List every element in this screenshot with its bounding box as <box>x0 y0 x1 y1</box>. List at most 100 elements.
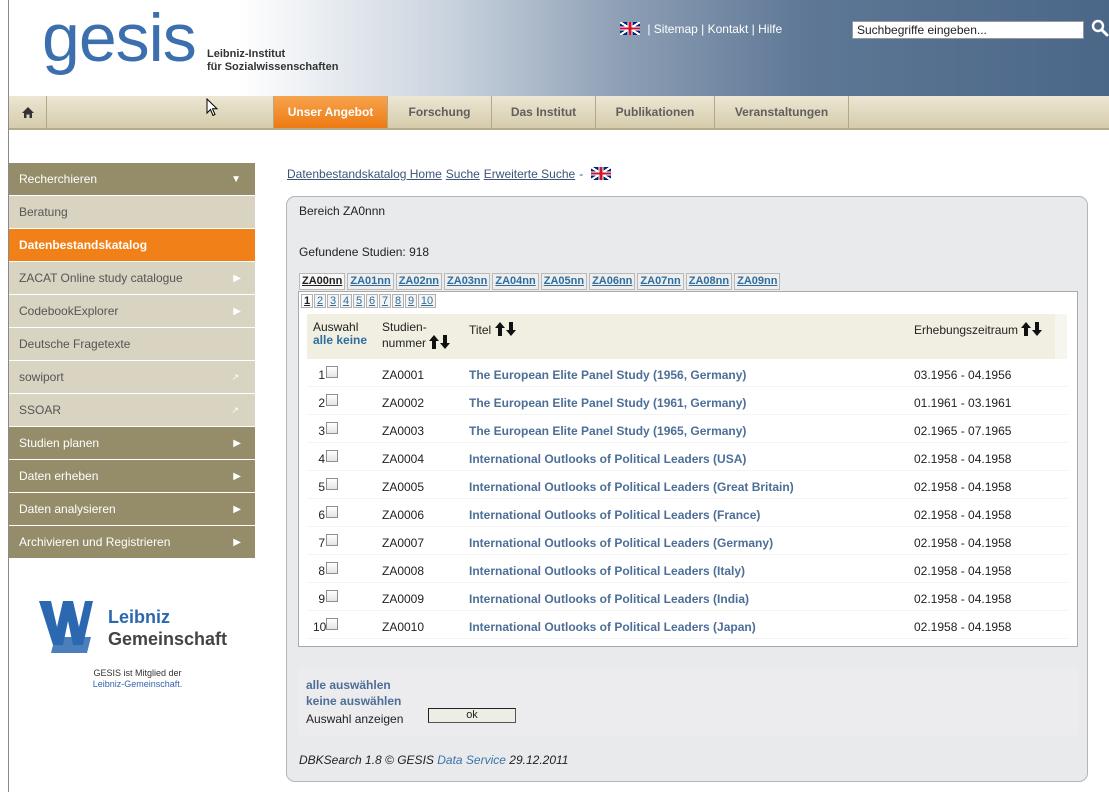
tab-za08nn[interactable]: ZA08nn <box>685 273 733 290</box>
breadcrumb: Datenbestandskatalog Home Suche Erweiterte… <box>287 167 615 181</box>
study-title-link[interactable]: International Outlooks of Political Lead… <box>469 592 749 606</box>
sidebar-item-beratung[interactable]: Beratung <box>9 196 255 229</box>
breadcrumb-suche[interactable]: Suche <box>446 167 480 181</box>
study-period: 01.1961 - 03.1961 <box>914 396 1012 410</box>
row-checkbox[interactable] <box>326 478 338 490</box>
row-checkbox[interactable] <box>326 562 338 574</box>
row-checkbox[interactable] <box>326 534 338 546</box>
logo-subtitle-line1: Leibniz-Institut <box>207 48 286 60</box>
page-8[interactable]: 8 <box>392 294 404 308</box>
uk-flag-icon[interactable] <box>620 22 640 35</box>
study-title-link[interactable]: International Outlooks of Political Lead… <box>469 620 756 634</box>
study-id: ZA0004 <box>382 452 425 466</box>
tab-za09nn[interactable]: ZA09nn <box>734 273 781 290</box>
tab-za07nn[interactable]: ZA07nn <box>637 273 684 290</box>
page-3[interactable]: 3 <box>327 294 339 308</box>
tab-za05nn[interactable]: ZA05nn <box>540 273 588 290</box>
page-4[interactable]: 4 <box>340 294 352 308</box>
breadcrumb-home[interactable]: Datenbestandskatalog Home <box>287 167 442 181</box>
sidebar-item-archivieren[interactable]: Archivieren und Registrieren ▶ <box>9 526 255 559</box>
header-studiennummer[interactable]: Studien- nummer <box>382 321 451 350</box>
home-button[interactable] <box>9 96 47 128</box>
sidebar-item-ssoar[interactable]: SSOAR ↗ <box>9 394 255 427</box>
search-icon[interactable] <box>1088 17 1109 39</box>
sidebar-item-datenbestandskatalog[interactable]: Datenbestandskatalog <box>9 229 255 262</box>
row-checkbox[interactable] <box>326 618 338 630</box>
row-checkbox[interactable] <box>326 422 338 434</box>
study-title-link[interactable]: International Outlooks of Political Lead… <box>469 508 760 522</box>
page-5[interactable]: 5 <box>353 294 365 308</box>
sidebar-item-sowiport[interactable]: sowiport ↗ <box>9 361 255 394</box>
study-title-link[interactable]: International Outlooks of Political Lead… <box>469 536 773 550</box>
nav-tab-das-institut[interactable]: Das Institut <box>492 96 596 128</box>
select-none-button[interactable]: keine auswählen <box>306 694 401 708</box>
row-checkbox[interactable] <box>326 590 338 602</box>
page-10[interactable]: 10 <box>418 294 436 308</box>
nav-tab-veranstaltungen[interactable]: Veranstaltungen <box>715 96 849 128</box>
leibniz-logo[interactable]: Leibniz Gemeinschaft GESIS ist Mitglied … <box>30 597 250 697</box>
page-9[interactable]: 9 <box>405 294 417 308</box>
search-input[interactable]: Suchbegriffe eingeben... <box>852 21 1084 39</box>
nav-tab-forschung[interactable]: Forschung <box>388 96 492 128</box>
study-title-link[interactable]: International Outlooks of Political Lead… <box>469 452 746 466</box>
footer-prefix: DBKSearch 1.8 © GESIS <box>299 753 434 767</box>
study-title-link[interactable]: International Outlooks of Political Lead… <box>469 480 794 494</box>
table-row: 3 ZA0003 The European Elite Panel Study (1… <box>307 415 1067 443</box>
header-erhebungszeitraum[interactable]: Erhebungszeitraum <box>914 321 1043 337</box>
page-1[interactable]: 1 <box>301 294 313 308</box>
sort-arrows-icon[interactable] <box>494 321 517 337</box>
nav-tab-unser-angebot[interactable]: Unser Angebot <box>274 96 388 128</box>
leibniz-name: Leibniz <box>108 607 170 627</box>
breadcrumb-erweiterte-suche[interactable]: Erweiterte Suche <box>484 167 575 181</box>
sidebar-item-daten-erheben[interactable]: Daten erheben ▶ <box>9 460 255 493</box>
link-sitemap[interactable]: Sitemap <box>654 22 698 36</box>
row-number: 8 <box>318 564 325 578</box>
header-titel[interactable]: Titel <box>469 321 517 337</box>
row-checkbox[interactable] <box>326 394 338 406</box>
tab-za00nn[interactable]: ZA00nn <box>299 273 346 290</box>
page-7[interactable]: 7 <box>379 294 391 308</box>
row-checkbox[interactable] <box>326 366 338 378</box>
sidebar-item-deutsche-fragetexte[interactable]: Deutsche Fragetexte <box>9 328 255 361</box>
sidebar-item-codebookexplorer[interactable]: CodebookExplorer ▶ <box>9 295 255 328</box>
link-kontakt[interactable]: Kontakt <box>708 22 749 36</box>
study-title-link[interactable]: The European Elite Panel Study (1961, Ge… <box>469 396 746 410</box>
select-all-button[interactable]: alle auswählen <box>306 678 391 692</box>
sidebar-item-daten-analysieren[interactable]: Daten analysieren ▶ <box>9 493 255 526</box>
study-title-link[interactable]: The European Elite Panel Study (1956, Ge… <box>469 368 746 382</box>
row-checkbox[interactable] <box>326 450 338 462</box>
sidebar-item-recherchieren[interactable]: Recherchieren ▼ <box>9 163 255 196</box>
sidebar-item-studien-planen[interactable]: Studien planen ▶ <box>9 427 255 460</box>
row-checkbox[interactable] <box>326 506 338 518</box>
tab-za06nn[interactable]: ZA06nn <box>589 273 636 290</box>
page-6[interactable]: 6 <box>366 294 378 308</box>
data-service-link[interactable]: Data Service <box>437 753 506 767</box>
nav-tab-publikationen[interactable]: Publikationen <box>596 96 715 128</box>
page-2[interactable]: 2 <box>314 294 326 308</box>
leibniz-link[interactable]: Leibniz-Gemeinschaft. <box>30 679 245 690</box>
study-id: ZA0001 <box>382 368 425 382</box>
tab-za03nn[interactable]: ZA03nn <box>444 273 491 290</box>
tab-za02nn[interactable]: ZA02nn <box>395 273 443 290</box>
sort-arrows-icon[interactable] <box>1021 321 1043 337</box>
row-number: 7 <box>318 536 325 550</box>
ok-button[interactable]: ok <box>428 708 516 723</box>
uk-flag-icon[interactable] <box>590 167 611 180</box>
sort-arrows-icon[interactable] <box>429 334 451 350</box>
select-none-link[interactable]: keine <box>336 333 367 347</box>
breadcrumb-separator: - <box>579 167 584 181</box>
sidebar-item-label: Daten analysieren <box>19 502 116 516</box>
gesis-logo[interactable]: gesis <box>42 4 197 72</box>
link-hilfe[interactable]: Hilfe <box>758 22 782 36</box>
table-row: 7 ZA0007 International Outlooks of Politic… <box>307 527 1067 555</box>
row-number: 1 <box>318 368 325 382</box>
study-title-link[interactable]: The European Elite Panel Study (1965, Ge… <box>469 424 746 438</box>
study-period: 02.1958 - 04.1958 <box>914 508 1012 522</box>
study-title-link[interactable]: International Outlooks of Political Lead… <box>469 564 745 578</box>
footer-note: DBKSearch 1.8 © GESIS Data Service 29.12… <box>299 753 568 767</box>
tab-za04nn[interactable]: ZA04nn <box>492 273 539 290</box>
tab-za01nn[interactable]: ZA01nn <box>347 273 394 290</box>
select-all-link[interactable]: alle <box>313 333 333 347</box>
sidebar-item-zacat[interactable]: ZACAT Online study catalogue ▶ <box>9 262 255 295</box>
header-studien-line2: nummer <box>382 336 427 350</box>
